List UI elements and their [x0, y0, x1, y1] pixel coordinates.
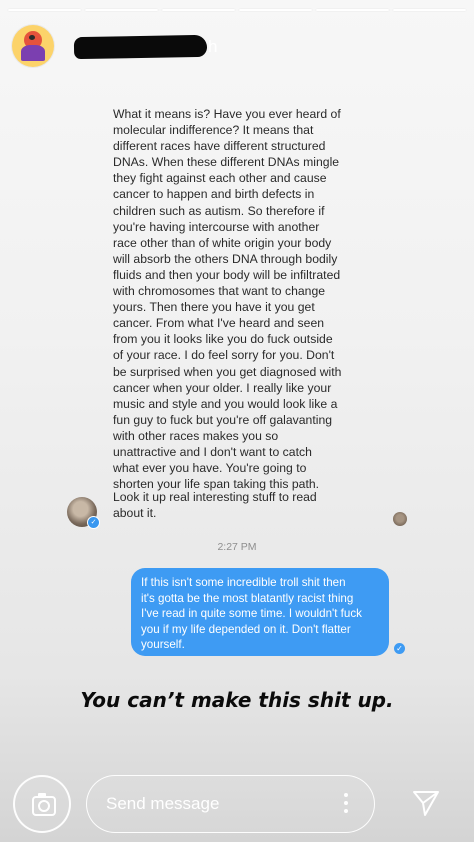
story-avatar[interactable] [12, 25, 54, 67]
story-progress-bar [8, 9, 466, 11]
progress-segment [8, 9, 81, 11]
progress-segment [393, 9, 466, 11]
incoming-message: What it means is? Have you ever heard of… [113, 107, 342, 492]
username-redaction [73, 34, 208, 60]
seen-indicator-avatar [393, 512, 407, 526]
camera-icon [38, 800, 50, 812]
progress-segment [239, 9, 312, 11]
reply-bar: Send message [0, 766, 474, 833]
story-header [12, 24, 54, 68]
outgoing-message: If this isn't some incredible troll shit… [131, 568, 389, 656]
messenger-badge-icon: ✓ [87, 516, 100, 529]
message-placeholder: Send message [106, 794, 220, 813]
read-receipt-icon: ✓ [394, 643, 405, 654]
more-vertical-icon[interactable] [344, 793, 348, 817]
progress-segment [316, 9, 389, 11]
message-timestamp: 2:27 PM [217, 541, 257, 553]
incoming-message: Look it up real interesting stuff to rea… [113, 490, 317, 521]
progress-segment [85, 9, 158, 11]
camera-button[interactable] [13, 775, 71, 833]
progress-segment [162, 9, 235, 11]
send-message-input[interactable]: Send message [86, 775, 375, 833]
username-suffix[interactable]: h [208, 37, 217, 57]
story-caption: You can’t make this shit up. [80, 688, 394, 712]
send-icon[interactable] [411, 788, 441, 818]
